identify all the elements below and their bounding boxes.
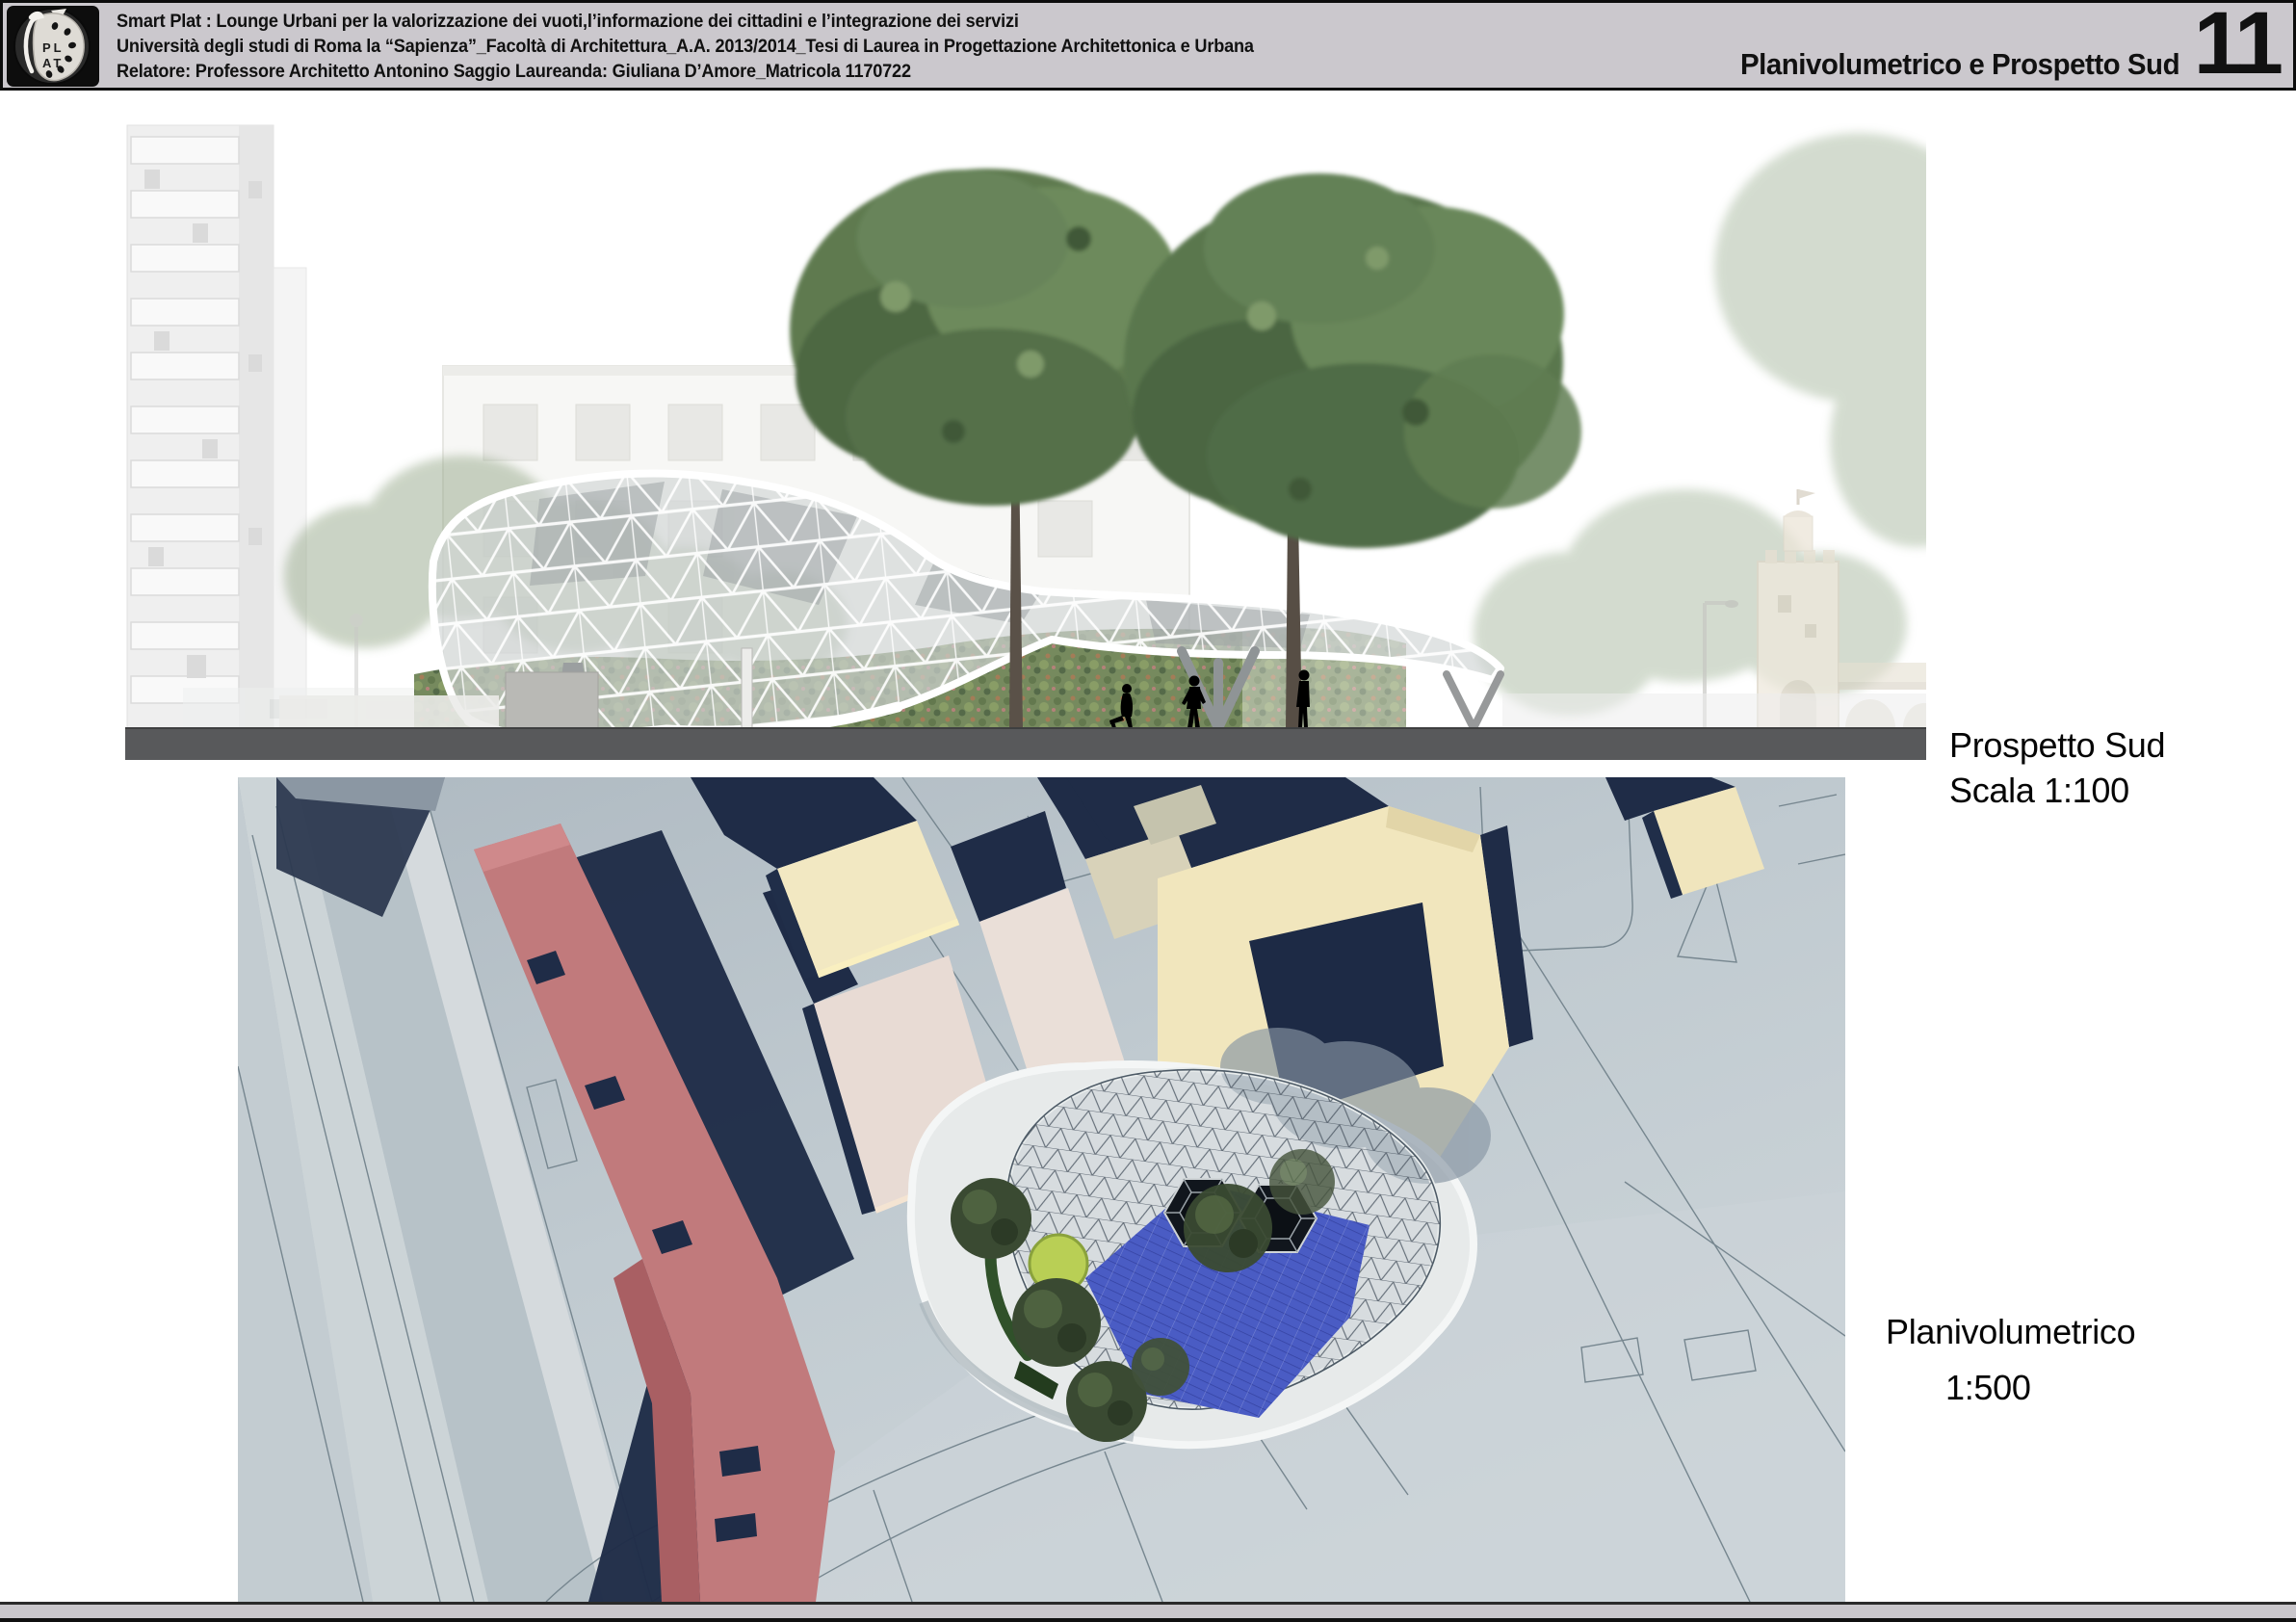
site-plan-caption: Planivolumetrico 1:500 <box>1886 1304 2135 1416</box>
elevation-caption: Prospetto Sud Scala 1:100 <box>1949 722 2165 813</box>
panel-number: 11 <box>2194 0 2280 92</box>
elevation-caption-title: Prospetto Sud <box>1949 722 2165 768</box>
canopy-interior-box <box>506 672 598 728</box>
elevation-caption-scale: Scala 1:100 <box>1949 768 2165 813</box>
logo-letters-bottom: AT <box>42 56 64 70</box>
site-plan-caption-title: Planivolumetrico <box>1886 1304 2135 1360</box>
title-bar: PL AT Smart Plat : Lounge Urbani per la … <box>0 0 2296 91</box>
thesis-info-line2: Università degli studi di Roma la “Sapie… <box>117 34 1254 59</box>
elevation-ground-bar <box>125 728 1926 760</box>
thesis-info-line3: Relatore: Professore Architetto Antonino… <box>117 59 1254 84</box>
panel-title: Planivolumetrico e Prospetto Sud <box>1740 47 2179 82</box>
logo-letters-top: PL <box>42 40 65 55</box>
thesis-info-line1: Smart Plat : Lounge Urbani per la valori… <box>117 9 1254 34</box>
tall-apartment-building <box>127 125 306 728</box>
footer-strip <box>0 1602 2296 1622</box>
thesis-info: Smart Plat : Lounge Urbani per la valori… <box>117 9 1254 84</box>
canopy-base-wall <box>279 695 499 728</box>
tree-crown <box>1124 173 1581 548</box>
smartplat-logo: PL AT <box>7 6 99 87</box>
site-plan-caption-scale: 1:500 <box>1945 1360 2135 1416</box>
elevation-drawing <box>125 123 1926 760</box>
site-plan-drawing <box>238 777 1845 1602</box>
